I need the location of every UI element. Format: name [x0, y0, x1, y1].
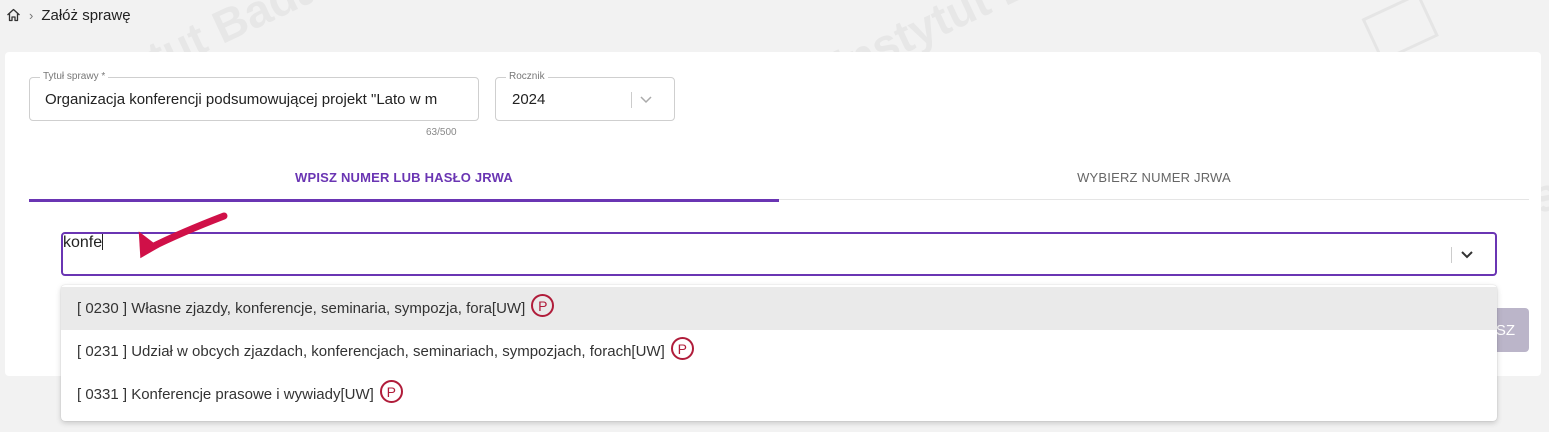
permanent-badge-icon: P: [531, 294, 555, 317]
option-label: [ 0231 ] Udział w obcych zjazdach, konfe…: [77, 343, 665, 360]
jrwa-search-value[interactable]: konfe: [63, 234, 104, 251]
suggestion-option[interactable]: [ 0331 ] Konferencje prasowe i wywiady[U…: [61, 373, 1497, 416]
hidden-button-label: SZ: [1495, 321, 1515, 339]
tab-enter-jrwa[interactable]: WPISZ NUMER LUB HASŁO JRWA: [29, 155, 779, 202]
select-divider: [631, 92, 632, 108]
year-label: Rocznik: [506, 71, 548, 83]
annotation-arrow-icon: [138, 212, 228, 259]
case-title-label: Tytuł sprawy *: [40, 71, 109, 83]
jrwa-tabs: WPISZ NUMER LUB HASŁO JRWA WYBIERZ NUMER…: [29, 155, 1529, 202]
suggestion-option[interactable]: [ 0230 ] Własne zjazdy, konferencje, sem…: [61, 287, 1497, 330]
permanent-badge-icon: P: [670, 337, 694, 360]
select-divider: [1451, 247, 1452, 263]
year-select[interactable]: Rocznik 2024: [495, 71, 675, 121]
home-icon[interactable]: [6, 8, 21, 22]
text-caret: [102, 234, 104, 250]
suggestion-option[interactable]: [ 0231 ] Udział w obcych zjazdach, konfe…: [61, 330, 1497, 373]
year-value: 2024: [512, 91, 546, 108]
breadcrumb: › Załóż sprawę: [6, 6, 131, 24]
case-title-value[interactable]: Organizacja konferencji podsumowującej p…: [45, 91, 465, 108]
breadcrumb-current: Załóż sprawę: [41, 6, 131, 24]
jrwa-suggestions-list: [ 0230 ] Własne zjazdy, konferencje, sem…: [61, 285, 1497, 421]
breadcrumb-separator: ›: [29, 7, 34, 23]
option-label: [ 0230 ] Własne zjazdy, konferencje, sem…: [77, 300, 526, 317]
title-char-counter: 63/500: [426, 127, 457, 138]
case-title-field[interactable]: Tytuł sprawy * Organizacja konferencji p…: [29, 71, 479, 121]
tab-choose-jrwa[interactable]: WYBIERZ NUMER JRWA: [779, 155, 1529, 200]
chevron-down-icon[interactable]: [1460, 247, 1474, 266]
chevron-down-icon[interactable]: [639, 92, 653, 111]
option-label: [ 0331 ] Konferencje prasowe i wywiady[U…: [77, 386, 374, 403]
permanent-badge-icon: P: [379, 380, 403, 403]
jrwa-search-input[interactable]: konfe: [61, 232, 1497, 276]
